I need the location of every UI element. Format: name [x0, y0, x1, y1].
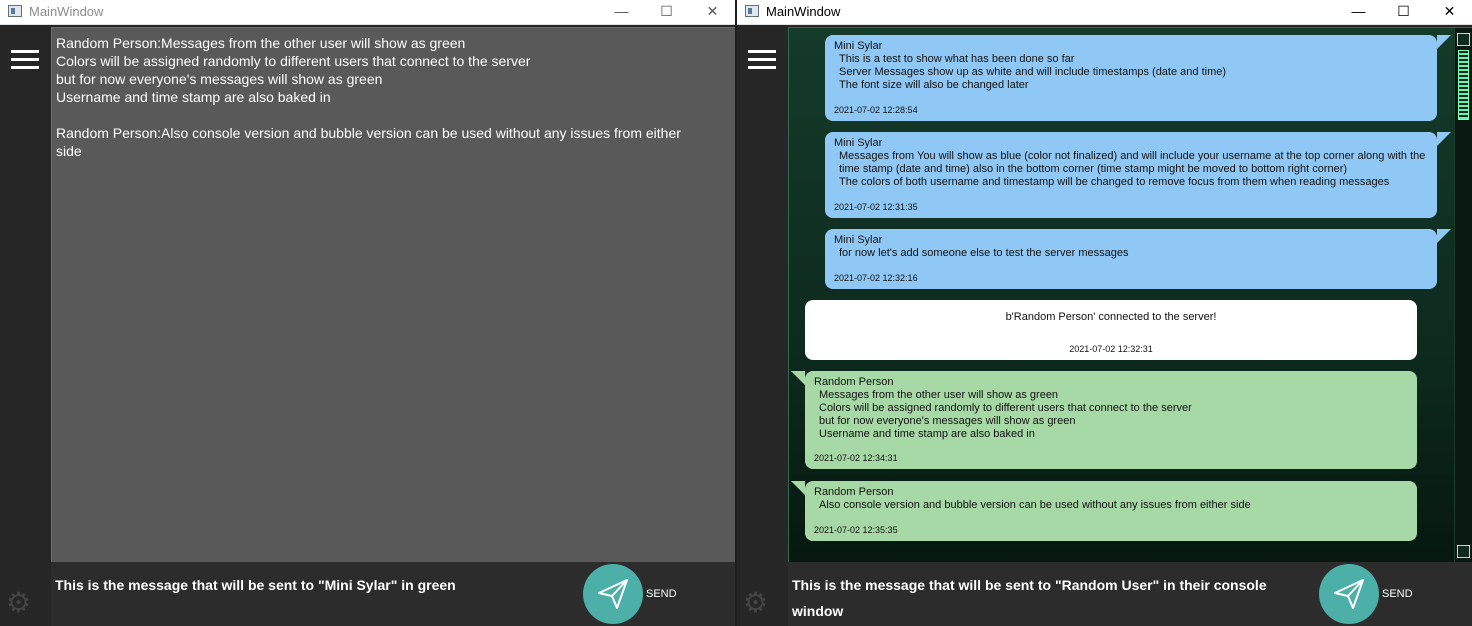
message-line: but for now everyone's messages will sho… [819, 415, 1076, 427]
chat-line: Random Person:Messages from the other us… [56, 35, 466, 51]
close-button[interactable]: ✕ [690, 0, 735, 25]
scroll-down-arrow[interactable] [1457, 545, 1470, 558]
maximize-button[interactable]: ☐ [644, 0, 689, 25]
own-message-bubble: Mini Sylar This is a test to show what h… [825, 35, 1451, 121]
message-line: Also console version and bubble version … [819, 499, 1251, 511]
message-timestamp: 2021-07-02 12:32:31 [1069, 344, 1153, 354]
chat-line: Username and time stamp are also baked i… [56, 89, 331, 105]
chat-line: but for now everyone's messages will sho… [56, 71, 383, 87]
message-input-bar: This is the message that will be sent to… [51, 562, 735, 626]
settings-gear-icon[interactable]: ⚙ [6, 588, 36, 618]
send-paper-plane-icon [598, 579, 628, 609]
other-message-bubble: Random Person Also console version and b… [791, 481, 1417, 541]
send-button[interactable] [583, 564, 643, 624]
title-bar: MainWindow — ☐ ✕ [737, 0, 1472, 25]
other-message-bubble: Random Person Messages from the other us… [791, 371, 1417, 469]
chat-line: side [56, 143, 82, 159]
minimize-button[interactable]: — [1336, 0, 1381, 25]
right-main-window: MainWindow — ☐ ✕ ⚙ Mini Sylar This is a … [737, 0, 1472, 626]
message-input[interactable]: This is the message that will be sent to… [792, 572, 1267, 624]
send-button[interactable] [1319, 564, 1379, 624]
chat-line: Colors will be assigned randomly to diff… [56, 53, 531, 69]
close-button[interactable]: ✕ [1427, 0, 1472, 25]
console-chat-area: Random Person:Messages from the other us… [51, 27, 735, 562]
message-timestamp: 2021-07-02 12:35:35 [814, 525, 898, 535]
message-username: Random Person [814, 376, 894, 388]
title-bar: MainWindow — ☐ ✕ [0, 0, 735, 25]
message-line: time stamp (date and time) also in the b… [839, 163, 1348, 175]
app-window-icon [745, 5, 759, 17]
message-username: Mini Sylar [834, 137, 883, 149]
chat-line: Random Person:Also console version and b… [56, 125, 681, 141]
send-label[interactable]: SEND [1382, 588, 1413, 600]
window-title: MainWindow [766, 4, 841, 19]
send-paper-plane-icon [1334, 579, 1364, 609]
message-line: Colors will be assigned randomly to diff… [819, 402, 1192, 414]
scroll-thumb[interactable] [1458, 50, 1469, 120]
server-message-bubble: b'Random Person' connected to the server… [805, 300, 1417, 360]
left-main-window: MainWindow — ☐ ✕ ⚙ Random Person:Message… [0, 0, 735, 626]
message-input-bar: This is the message that will be sent to… [788, 562, 1472, 626]
message-line: The font size will also be changed later [839, 79, 1029, 91]
settings-gear-icon[interactable]: ⚙ [743, 588, 773, 618]
hamburger-menu-icon[interactable] [748, 50, 776, 74]
message-timestamp: 2021-07-02 12:31:35 [834, 202, 918, 212]
message-input-line: window [792, 603, 844, 619]
message-input[interactable]: This is the message that will be sent to… [55, 572, 456, 598]
chat-line [56, 106, 731, 124]
message-line: Username and time stamp are also baked i… [819, 428, 1035, 440]
message-line: The colors of both username and timestam… [839, 176, 1390, 188]
message-username: Mini Sylar [834, 40, 883, 52]
app-window-icon [8, 5, 22, 17]
message-username: Mini Sylar [834, 234, 883, 246]
sidebar: ⚙ [737, 26, 787, 626]
message-line: Messages from the other user will show a… [819, 389, 1059, 401]
sidebar: ⚙ [0, 26, 50, 626]
message-line: b'Random Person' connected to the server… [1005, 311, 1217, 323]
message-timestamp: 2021-07-02 12:34:31 [814, 453, 898, 463]
send-label[interactable]: SEND [646, 588, 677, 600]
own-message-bubble: Mini Sylar Messages from You will show a… [825, 132, 1451, 218]
hamburger-menu-icon[interactable] [11, 50, 39, 74]
own-message-bubble: Mini Sylar for now let's add someone els… [825, 229, 1451, 289]
maximize-button[interactable]: ☐ [1381, 0, 1426, 25]
message-timestamp: 2021-07-02 12:28:54 [834, 105, 918, 115]
message-line: for now let's add someone else to test t… [839, 247, 1129, 259]
window-title: MainWindow [29, 4, 104, 19]
message-username: Random Person [814, 486, 894, 498]
message-input-line: This is the message that will be sent to… [792, 577, 1267, 593]
minimize-button[interactable]: — [599, 0, 644, 25]
message-timestamp: 2021-07-02 12:32:16 [834, 273, 918, 283]
bubble-chat-area: Mini Sylar This is a test to show what h… [788, 27, 1472, 562]
message-line: Server Messages show up as white and wil… [839, 66, 1227, 78]
message-line: This is a test to show what has been don… [839, 53, 1075, 65]
message-line: Messages from You will show as blue (col… [839, 150, 1426, 162]
chat-scrollbar[interactable] [1454, 28, 1472, 562]
scroll-up-arrow[interactable] [1457, 33, 1470, 46]
